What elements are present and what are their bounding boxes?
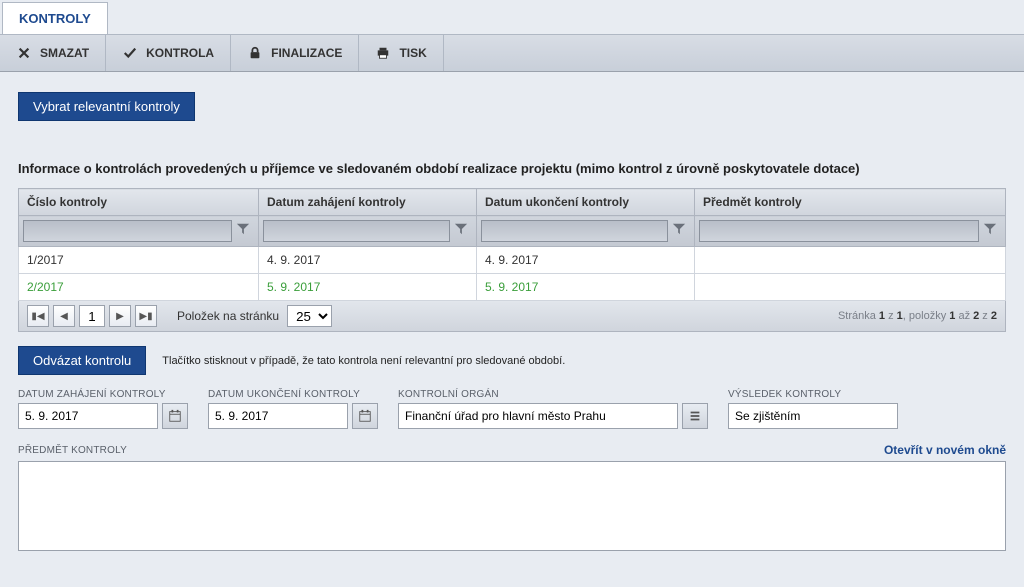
toolbar-label: TISK [399,46,426,60]
kontroly-table: Číslo kontroly Datum zahájení kontroly D… [18,188,1006,301]
toolbar-label: SMAZAT [40,46,89,60]
odvazat-button[interactable]: Odvázat kontrolu [18,346,146,375]
cell-datum1: 4. 9. 2017 [259,247,477,274]
table-row[interactable]: 2/2017 5. 9. 2017 5. 9. 2017 [19,274,1006,301]
filter-icon[interactable] [983,222,1001,240]
pager-prev[interactable]: ◀ [53,305,75,327]
close-icon [16,45,32,61]
filter-icon[interactable] [454,222,472,240]
filter-predmet[interactable] [699,220,979,242]
filter-datum2[interactable] [481,220,668,242]
calendar-button[interactable] [162,403,188,429]
predmet-textarea[interactable] [18,461,1006,551]
pager: ▮◀ ◀ ▶ ▶▮ [27,305,157,327]
per-page-select[interactable]: 25 [287,305,332,327]
content-area: Vybrat relevantní kontroly Informace o k… [0,72,1024,342]
per-page-label: Položek na stránku [177,309,279,323]
pager-page-input[interactable] [79,305,105,327]
pager-first[interactable]: ▮◀ [27,305,49,327]
form-area: Odvázat kontrolu Tlačítko stisknout v př… [0,342,1024,572]
smazat-button[interactable]: SMAZAT [0,35,106,71]
cell-predmet [695,247,1006,274]
cell-cislo: 1/2017 [19,247,259,274]
vybrat-button[interactable]: Vybrat relevantní kontroly [18,92,195,121]
calendar-icon [358,409,372,423]
toolbar: SMAZAT KONTROLA FINALIZACE TISK [0,34,1024,72]
tisk-button[interactable]: TISK [359,35,443,71]
label-predmet: PŘEDMĚT KONTROLY [18,445,127,456]
list-picker-button[interactable] [682,403,708,429]
cell-predmet [695,274,1006,301]
label-datum-ukonceni: DATUM UKONČENÍ KONTROLY [208,389,378,400]
print-icon [375,45,391,61]
table-footer: ▮◀ ◀ ▶ ▶▮ Položek na stránku 25 Stránka … [18,301,1006,332]
vysledek-field[interactable] [728,403,898,429]
cell-cislo: 2/2017 [19,274,259,301]
th-datum-zahajeni[interactable]: Datum zahájení kontroly [259,189,477,216]
section-title: Informace o kontrolách provedených u pří… [18,161,1006,176]
lock-icon [247,45,263,61]
cell-datum2: 4. 9. 2017 [477,247,695,274]
th-cislo[interactable]: Číslo kontroly [19,189,259,216]
calendar-icon [168,409,182,423]
pager-next[interactable]: ▶ [109,305,131,327]
cell-datum1: 5. 9. 2017 [259,274,477,301]
filter-icon[interactable] [672,222,690,240]
kontrola-button[interactable]: KONTROLA [106,35,231,71]
label-datum-zahajeni: DATUM ZAHÁJENÍ KONTROLY [18,389,188,400]
finalizace-button[interactable]: FINALIZACE [231,35,359,71]
tab-bar: KONTROLY [0,0,1024,34]
toolbar-label: FINALIZACE [271,46,342,60]
check-icon [122,45,138,61]
pager-last[interactable]: ▶▮ [135,305,157,327]
toolbar-label: KONTROLA [146,46,214,60]
filter-cislo[interactable] [23,220,232,242]
calendar-button[interactable] [352,403,378,429]
cell-datum2: 5. 9. 2017 [477,274,695,301]
label-vysledek: VÝSLEDEK KONTROLY [728,389,898,400]
datum-ukonceni-field[interactable] [208,403,348,429]
kontrolni-organ-field[interactable] [398,403,678,429]
hint-text: Tlačítko stisknout v případě, že tato ko… [162,355,565,367]
tab-kontroly[interactable]: KONTROLY [2,2,108,34]
datum-zahajeni-field[interactable] [18,403,158,429]
th-datum-ukonceni[interactable]: Datum ukončení kontroly [477,189,695,216]
table-row[interactable]: 1/2017 4. 9. 2017 4. 9. 2017 [19,247,1006,274]
per-page: Položek na stránku 25 [177,305,332,327]
footer-info: Stránka 1 z 1, položky 1 až 2 z 2 [838,310,997,322]
filter-datum1[interactable] [263,220,450,242]
label-kontrolni-organ: KONTROLNÍ ORGÁN [398,389,708,400]
open-new-window-link[interactable]: Otevřít v novém okně [884,443,1006,457]
filter-icon[interactable] [236,222,254,240]
th-predmet[interactable]: Předmět kontroly [695,189,1006,216]
list-icon [688,409,702,423]
